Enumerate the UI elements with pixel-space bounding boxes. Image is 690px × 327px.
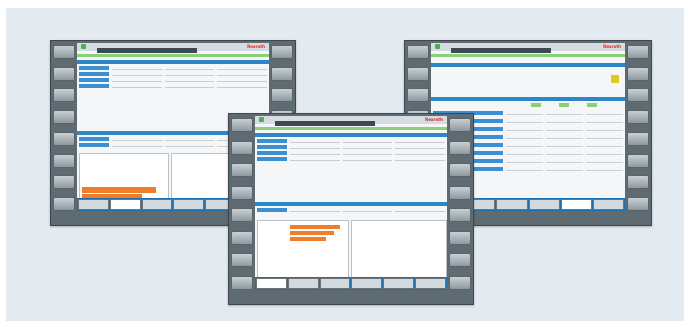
trend-chart <box>257 220 349 278</box>
softkey[interactable] <box>231 118 253 132</box>
softkey[interactable] <box>319 278 351 289</box>
right-softkeys <box>449 118 471 290</box>
softkey[interactable] <box>53 131 75 146</box>
softkey[interactable] <box>627 45 649 59</box>
softkey[interactable] <box>627 66 649 81</box>
table-row <box>257 208 446 212</box>
status-chip <box>587 103 597 107</box>
section-header <box>255 133 447 137</box>
illustration: Rexroth Rexroth Rexroth <box>0 0 690 327</box>
status-strip <box>77 54 269 57</box>
table-row <box>79 72 268 76</box>
softkey[interactable] <box>351 278 383 289</box>
status-led <box>435 44 440 49</box>
chart-bar <box>290 225 340 229</box>
section-header <box>255 202 447 206</box>
status-chip <box>531 103 541 107</box>
brand-logo: Rexroth <box>425 117 443 122</box>
section-header <box>77 60 269 64</box>
softkey[interactable] <box>627 88 649 103</box>
softkey[interactable] <box>449 140 471 155</box>
program-field <box>275 121 375 126</box>
table-row <box>257 157 446 161</box>
softkey[interactable] <box>407 88 429 103</box>
table-header <box>431 97 625 101</box>
softkey[interactable] <box>231 140 253 155</box>
softkey-selected[interactable] <box>256 278 287 289</box>
chart-bar <box>290 231 334 235</box>
softkey[interactable] <box>271 66 293 81</box>
warning-indicator <box>611 75 619 83</box>
softkey[interactable] <box>53 175 75 190</box>
softkey[interactable] <box>627 175 649 190</box>
softkey[interactable] <box>449 118 471 132</box>
softkey[interactable] <box>271 88 293 103</box>
softkey[interactable] <box>231 163 253 178</box>
hmi-screen-center: Rexroth <box>228 113 474 305</box>
softkey[interactable] <box>53 110 75 125</box>
softkey[interactable] <box>141 199 173 210</box>
left-softkeys <box>53 45 75 211</box>
table-row <box>257 151 446 155</box>
softkey[interactable] <box>449 208 471 223</box>
softkey[interactable] <box>78 199 109 210</box>
softkey[interactable] <box>627 110 649 125</box>
softkey[interactable] <box>231 230 253 245</box>
softkey[interactable] <box>383 278 415 289</box>
softkey[interactable] <box>287 278 319 289</box>
softkey[interactable] <box>449 275 471 290</box>
status-chip <box>559 103 569 107</box>
table-row <box>257 145 446 149</box>
table-row <box>79 84 268 88</box>
softkey[interactable] <box>627 153 649 168</box>
left-softkeys <box>231 118 253 290</box>
status-strip <box>255 127 447 130</box>
softkey-selected[interactable] <box>560 199 592 210</box>
status-led <box>259 117 264 122</box>
softkey[interactable] <box>53 66 75 81</box>
bottom-softkeys <box>255 277 447 290</box>
softkey[interactable] <box>53 45 75 59</box>
status-led <box>81 44 86 49</box>
softkey[interactable] <box>528 199 560 210</box>
softkey[interactable] <box>231 253 253 268</box>
softkey[interactable] <box>449 185 471 200</box>
softkey-selected[interactable] <box>109 199 141 210</box>
chart-bar <box>82 187 156 193</box>
table-row <box>257 139 446 143</box>
screen-content: Rexroth <box>255 116 447 290</box>
softkey[interactable] <box>271 45 293 59</box>
program-field <box>451 48 551 53</box>
right-softkeys <box>627 45 649 211</box>
softkey[interactable] <box>53 153 75 168</box>
softkey[interactable] <box>627 196 649 211</box>
softkey[interactable] <box>592 199 625 210</box>
brand-logo: Rexroth <box>247 44 265 49</box>
table-row <box>79 78 268 82</box>
softkey[interactable] <box>407 66 429 81</box>
info-panel <box>351 220 447 278</box>
softkey[interactable] <box>53 196 75 211</box>
softkey[interactable] <box>231 185 253 200</box>
status-strip <box>431 54 625 57</box>
section-header <box>431 63 625 67</box>
softkey[interactable] <box>231 208 253 223</box>
softkey[interactable] <box>496 199 528 210</box>
program-field <box>97 48 197 53</box>
chart-bar <box>290 237 326 241</box>
softkey[interactable] <box>449 163 471 178</box>
table-row <box>79 66 268 70</box>
softkey[interactable] <box>407 45 429 59</box>
softkey[interactable] <box>173 199 205 210</box>
brand-logo: Rexroth <box>603 44 621 49</box>
softkey[interactable] <box>415 278 446 289</box>
softkey[interactable] <box>449 230 471 245</box>
softkey[interactable] <box>231 275 253 290</box>
softkey[interactable] <box>449 253 471 268</box>
softkey[interactable] <box>53 88 75 103</box>
background-panel: Rexroth Rexroth Rexroth <box>6 8 684 321</box>
softkey[interactable] <box>627 131 649 146</box>
